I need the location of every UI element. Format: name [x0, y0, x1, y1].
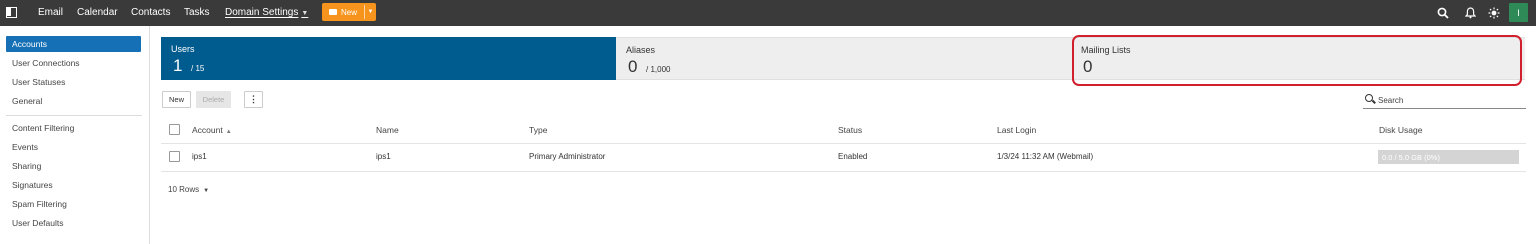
table-row-divider — [161, 171, 1526, 172]
nav-tasks[interactable]: Tasks — [184, 7, 210, 19]
bell-icon[interactable] — [1462, 5, 1478, 21]
sidebar: Accounts User Connections User Statuses … — [0, 26, 150, 244]
search-input[interactable] — [1378, 93, 1518, 107]
delete-button[interactable]: Delete — [196, 91, 231, 108]
cell-status: Enabled — [838, 152, 868, 161]
sun-icon[interactable] — [1486, 5, 1502, 21]
sidebar-divider — [6, 115, 142, 116]
new-item-button[interactable]: New ▼ — [322, 3, 376, 21]
search-field-icon — [1365, 94, 1373, 102]
users-stat-count: 1 — [173, 56, 183, 75]
sidebar-item-content-filtering[interactable]: Content Filtering — [6, 120, 141, 136]
sidebar-item-user-connections[interactable]: User Connections — [6, 55, 141, 71]
chevron-down-icon: ▼ — [301, 10, 309, 17]
highlight-annotation — [1072, 35, 1522, 86]
top-nav-bar: Email Calendar Contacts Tasks Domain Set… — [0, 0, 1536, 26]
sidebar-item-events[interactable]: Events — [6, 139, 141, 155]
search-icon[interactable] — [1435, 5, 1451, 21]
cell-type: Primary Administrator — [529, 152, 606, 161]
new-dropdown-caret-icon[interactable]: ▼ — [365, 3, 376, 21]
aliases-stat-card[interactable]: Aliases 0 / 1,000 — [616, 37, 1071, 80]
rows-per-page-select[interactable]: 10 Rows ▼ — [168, 185, 209, 194]
disk-usage-text: 0.0 / 5.0 GB (0%) — [1382, 153, 1440, 162]
new-account-button[interactable]: New — [162, 91, 191, 108]
nav-domain-settings[interactable]: Domain Settings ▼ — [225, 7, 308, 20]
new-item-main[interactable]: New — [322, 3, 364, 21]
aliases-stat-label: Aliases — [626, 45, 656, 55]
cell-name: ips1 — [376, 152, 391, 161]
row-checkbox[interactable] — [169, 151, 180, 162]
rows-per-page-label: 10 Rows — [168, 185, 200, 194]
column-header-type[interactable]: Type — [529, 125, 547, 135]
aliases-stat-count: 0 — [628, 57, 638, 76]
avatar[interactable]: I — [1509, 3, 1528, 22]
table-header-divider — [161, 143, 1526, 144]
search-box — [1363, 91, 1526, 109]
column-header-account-label: Account — [192, 125, 223, 135]
more-options-button[interactable]: ⋮ — [244, 91, 263, 108]
column-header-disk-usage[interactable]: Disk Usage — [1379, 125, 1422, 135]
sidebar-toggle-icon[interactable] — [6, 7, 17, 18]
nav-domain-settings-label: Domain Settings — [225, 7, 299, 18]
sidebar-item-accounts[interactable]: Accounts — [6, 36, 141, 52]
sidebar-item-general[interactable]: General — [6, 93, 141, 109]
sidebar-item-spam-filtering[interactable]: Spam Filtering — [6, 196, 141, 212]
cell-last-login: 1/3/24 11:32 AM (Webmail) — [997, 152, 1094, 161]
column-header-name[interactable]: Name — [376, 125, 399, 135]
users-stat-limit: / 15 — [191, 64, 205, 73]
sidebar-item-sharing[interactable]: Sharing — [6, 158, 141, 174]
nav-email[interactable]: Email — [38, 7, 63, 19]
sidebar-item-user-defaults[interactable]: User Defaults — [6, 215, 141, 231]
sort-ascending-icon: ▲ — [225, 129, 232, 135]
cell-account[interactable]: ips1 — [192, 152, 207, 161]
chevron-down-icon: ▼ — [203, 188, 210, 194]
new-item-label: New — [340, 7, 357, 17]
select-all-checkbox[interactable] — [169, 124, 180, 135]
sidebar-item-signatures[interactable]: Signatures — [6, 177, 141, 193]
column-header-account[interactable]: Account ▲ — [192, 125, 232, 135]
envelope-icon — [328, 9, 337, 15]
nav-contacts[interactable]: Contacts — [131, 7, 170, 19]
sidebar-item-user-statuses[interactable]: User Statuses — [6, 74, 141, 90]
column-header-status[interactable]: Status — [838, 125, 862, 135]
aliases-stat-limit: / 1,000 — [646, 65, 671, 74]
column-header-last-login[interactable]: Last Login — [997, 125, 1036, 135]
users-stat-card[interactable]: Users 1 / 15 — [161, 37, 616, 80]
disk-usage-bar: 0.0 / 5.0 GB (0%) — [1378, 150, 1519, 164]
users-stat-label: Users — [171, 44, 195, 54]
nav-calendar[interactable]: Calendar — [77, 7, 118, 19]
